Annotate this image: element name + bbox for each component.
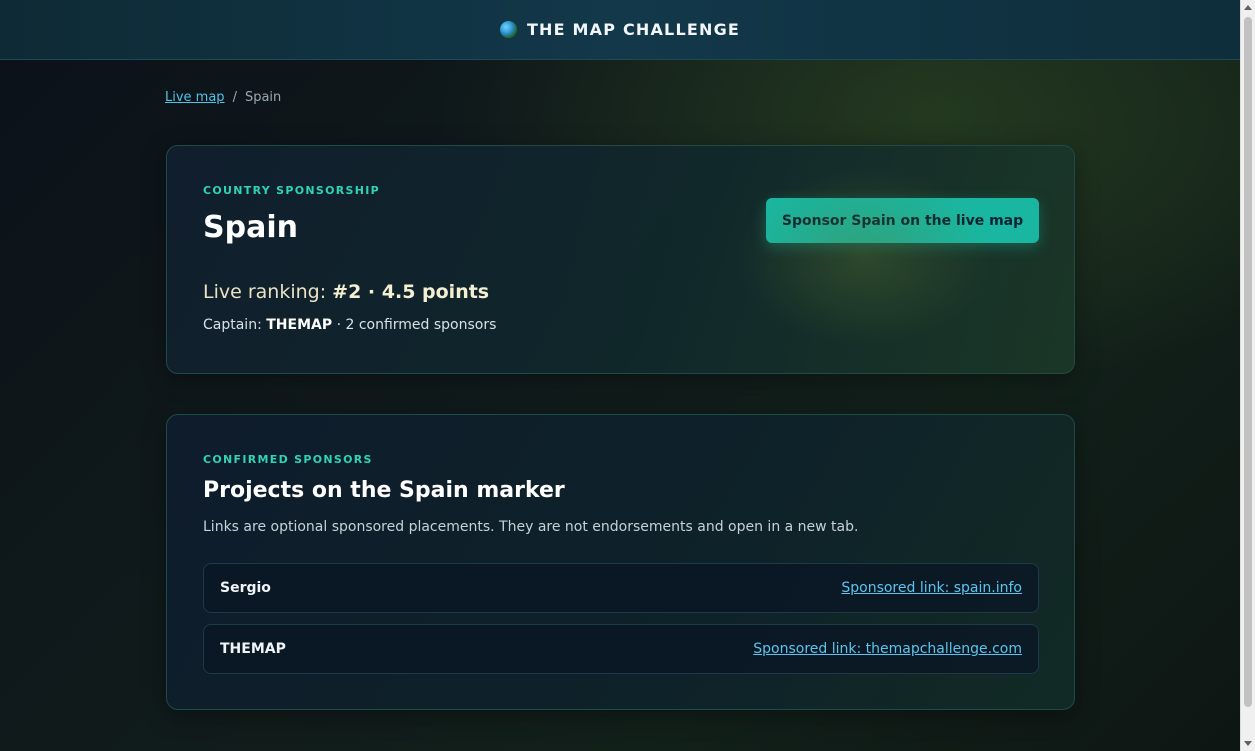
sponsor-name: THEMAP	[220, 641, 286, 657]
breadcrumb-separator: /	[232, 90, 237, 105]
breadcrumb-current: Spain	[244, 90, 282, 105]
vertical-scrollbar[interactable]	[1240, 0, 1255, 751]
sponsor-row: THEMAP Sponsored link: themapchallenge.c…	[203, 624, 1039, 674]
live-ranking: Live ranking: #2 · 4.5 points	[203, 281, 489, 303]
sponsor-link[interactable]: Sponsored link: spain.info	[841, 580, 1022, 596]
captain-label: Captain:	[203, 317, 262, 333]
sponsor-link[interactable]: Sponsored link: themapchallenge.com	[753, 641, 1022, 657]
country-sponsorship-card: COUNTRY SPONSORSHIP Spain Live ranking: …	[166, 145, 1075, 374]
sponsor-row: Sergio Sponsored link: spain.info	[203, 563, 1039, 613]
sponsors-section-title: Projects on the Spain marker	[203, 478, 565, 503]
top-header: THE MAP CHALLENGE	[0, 0, 1240, 60]
captain-info: Captain: THEMAP · 2 confirmed sponsors	[203, 317, 496, 333]
scroll-thumb[interactable]	[1244, 17, 1252, 707]
breadcrumb: Live map / Spain	[165, 90, 281, 105]
breadcrumb-live-map-link[interactable]: Live map	[165, 90, 225, 105]
country-title: Spain	[203, 210, 298, 245]
globe-icon	[499, 21, 517, 38]
ranking-value: #2 · 4.5 points	[332, 281, 490, 303]
country-sponsorship-eyebrow: COUNTRY SPONSORSHIP	[203, 184, 380, 197]
scroll-up-arrow-icon[interactable]	[1244, 5, 1252, 10]
sponsor-country-button[interactable]: Sponsor Spain on the live map	[766, 198, 1039, 243]
scroll-down-arrow-icon[interactable]	[1244, 741, 1252, 746]
sponsor-name: Sergio	[220, 580, 271, 596]
confirmed-sponsors-card: CONFIRMED SPONSORS Projects on the Spain…	[166, 414, 1075, 710]
brand[interactable]: THE MAP CHALLENGE	[499, 20, 741, 39]
ranking-label: Live ranking:	[203, 281, 327, 303]
captain-name: THEMAP	[266, 317, 333, 333]
site-title: THE MAP CHALLENGE	[526, 20, 741, 39]
sponsors-description: Links are optional sponsored placements.…	[203, 519, 859, 535]
sponsor-count: · 2 confirmed sponsors	[336, 317, 497, 333]
confirmed-sponsors-eyebrow: CONFIRMED SPONSORS	[203, 453, 373, 466]
